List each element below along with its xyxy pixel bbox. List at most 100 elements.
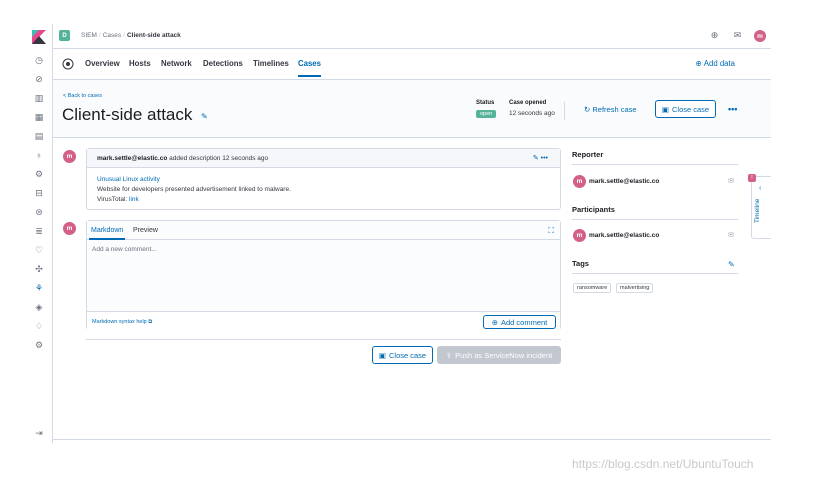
tab-network[interactable]: Network <box>161 59 192 68</box>
clock-icon[interactable]: ◷ <box>33 54 45 66</box>
add-icon: ⊕ <box>491 317 498 327</box>
timeline-divider <box>86 339 561 340</box>
comment-input[interactable] <box>87 240 560 311</box>
security-icon[interactable]: ⚘ <box>33 282 45 294</box>
description-action: added description 12 seconds ago <box>169 155 269 162</box>
push-servicenow-button[interactable]: ⇪ Push as ServiceNow incident <box>437 346 561 364</box>
close-case-button-bottom[interactable]: ▣ Close case <box>372 346 433 364</box>
description-author: mark.settle@elastic.co <box>97 155 168 162</box>
tags-rule <box>572 273 738 274</box>
add-comment-button[interactable]: ⊕ Add comment <box>483 315 556 329</box>
top-header: D SIEM / Cases / Client-side attack ⊕ ✉ m <box>53 24 771 49</box>
add-icon: ⊕ <box>695 59 704 68</box>
breadcrumb-current: Client-side attack <box>126 32 181 39</box>
participants-title: Participants <box>572 205 615 214</box>
left-nav: ◷ ⊘ ▥ ▦ ▤ ♁ ⚙ ⊟ ⊜ ≣ ♡ ✣ ⚘ ◈ ♢ ⚙ ⇥ <box>26 24 53 443</box>
external-link-icon: ⧉ <box>148 319 153 325</box>
siem-app-icon[interactable] <box>61 57 75 71</box>
app-window: ◷ ⊘ ▥ ▦ ▤ ♁ ⚙ ⊟ ⊜ ≣ ♡ ✣ ⚘ ◈ ♢ ⚙ ⇥ D SIEM… <box>0 0 824 483</box>
visualize-icon[interactable]: ▥ <box>33 92 45 104</box>
tab-preview[interactable]: Preview <box>133 227 158 234</box>
breadcrumb-cases[interactable]: Cases <box>103 32 121 39</box>
stack-monitoring-icon[interactable]: ♢ <box>33 320 45 332</box>
description-text: Website for developers presented adverti… <box>97 186 291 193</box>
infrastructure-icon[interactable]: ⊟ <box>33 187 45 199</box>
virustotal-link[interactable]: link <box>129 196 139 203</box>
participant-mail-icon[interactable]: ✉ <box>728 231 734 239</box>
description-avatar: m <box>63 150 76 163</box>
status-badge[interactable]: open <box>476 110 497 118</box>
opened-value: 12 seconds ago <box>509 110 555 117</box>
reporter-rule <box>572 164 738 165</box>
edit-title-icon[interactable]: ✎ <box>201 112 209 121</box>
tab-markdown[interactable]: Markdown <box>88 227 126 240</box>
add-data-button[interactable]: ⊕ Add data <box>696 59 736 68</box>
case-header: < Back to cases Client-side attack ✎ Sta… <box>53 80 771 138</box>
timeline-flyout-toggle[interactable]: ! ‹ Timeline <box>748 174 771 239</box>
user-avatar[interactable]: m <box>754 30 766 42</box>
header-divider <box>564 102 565 120</box>
participants-rule <box>572 219 738 220</box>
tab-hosts[interactable]: Hosts <box>129 59 151 68</box>
editor-footer: Markdown syntax help ⧉ ⊕ Add comment <box>87 311 560 331</box>
comment-editor: Markdown Preview ⛶ Markdown syntax help … <box>86 220 561 331</box>
discover-icon[interactable]: ⊘ <box>33 73 45 85</box>
reporter-avatar: m <box>573 175 586 188</box>
management-icon[interactable]: ⚙ <box>33 339 45 351</box>
tab-detections[interactable]: Detections <box>203 59 243 68</box>
watermark: https://blog.csdn.net/UbuntuTouch <box>572 457 754 471</box>
mail-icon[interactable]: ✉ <box>732 30 743 41</box>
space-selector[interactable]: D <box>59 30 70 41</box>
editor-avatar: m <box>63 222 76 235</box>
dashboard-icon[interactable]: ▦ <box>33 111 45 123</box>
siem-icon[interactable]: ✣ <box>33 263 45 275</box>
apm-icon[interactable]: ≣ <box>33 225 45 237</box>
logs-icon[interactable]: ⊜ <box>33 206 45 218</box>
ml-icon[interactable]: ⚙ <box>33 168 45 180</box>
participant-name: mark.settle@elastic.co <box>589 232 660 239</box>
help-icon[interactable]: ⊕ <box>709 30 720 41</box>
collapse-nav-icon[interactable]: ⇥ <box>33 427 45 439</box>
editor-tabs: Markdown Preview ⛶ <box>87 221 560 240</box>
tab-cases[interactable]: Cases <box>298 59 321 77</box>
description-more-icon[interactable]: ••• <box>541 155 548 162</box>
refresh-case-button[interactable]: ↻ Refresh case <box>584 105 637 114</box>
reporter-title: Reporter <box>572 150 604 159</box>
kibana-logo-icon[interactable] <box>32 30 46 44</box>
reporter-name: mark.settle@elastic.co <box>589 178 660 185</box>
description-heading[interactable]: Unusual Linux activity <box>97 176 160 183</box>
tags-title: Tags <box>572 259 589 268</box>
uptime-icon[interactable]: ♡ <box>33 244 45 256</box>
opened-label: Case opened <box>509 100 547 106</box>
close-case-button-top[interactable]: ▣ Close case <box>655 100 716 118</box>
chevron-left-icon: ‹ <box>759 185 762 192</box>
bottom-rule <box>53 439 771 440</box>
breadcrumb: SIEM / Cases / Client-side attack <box>81 32 181 39</box>
back-to-cases-link[interactable]: < Back to cases <box>63 93 102 99</box>
maps-icon[interactable]: ♁ <box>33 149 45 161</box>
page-title: Client-side attack <box>62 105 193 124</box>
tag-ransomware: ransomware <box>573 283 612 293</box>
description-header: mark.settle@elastic.co added description… <box>87 149 560 168</box>
insert-timeline-icon[interactable]: ⛶ <box>548 226 554 236</box>
push-icon: ⇪ <box>445 350 453 360</box>
reporter-mail-icon[interactable]: ✉ <box>728 177 734 185</box>
status-label: Status <box>476 100 495 106</box>
tab-overview[interactable]: Overview <box>85 59 120 68</box>
app-nav: Overview Hosts Network Detections Timeli… <box>53 49 771 80</box>
edit-description-icon[interactable]: ✎ <box>533 155 539 162</box>
markdown-help-link[interactable]: Markdown syntax help ⧉ <box>92 319 152 326</box>
tab-timelines[interactable]: Timelines <box>253 59 289 68</box>
description-panel: mark.settle@elastic.co added description… <box>86 148 561 210</box>
breadcrumb-siem[interactable]: SIEM <box>81 32 97 39</box>
description-virustotal: VirusTotal: link <box>97 196 139 203</box>
description-author-line: mark.settle@elastic.co added description… <box>97 155 268 162</box>
dev-tools-icon[interactable]: ◈ <box>33 301 45 313</box>
close-case-icon: ▣ <box>661 104 669 114</box>
timeline-label: Timeline <box>754 198 761 223</box>
participant-avatar: m <box>573 229 586 242</box>
edit-tags-icon[interactable]: ✎ <box>728 260 735 269</box>
timeline-badge: ! <box>748 174 756 182</box>
more-actions-icon[interactable]: ••• <box>728 104 737 114</box>
canvas-icon[interactable]: ▤ <box>33 130 45 142</box>
